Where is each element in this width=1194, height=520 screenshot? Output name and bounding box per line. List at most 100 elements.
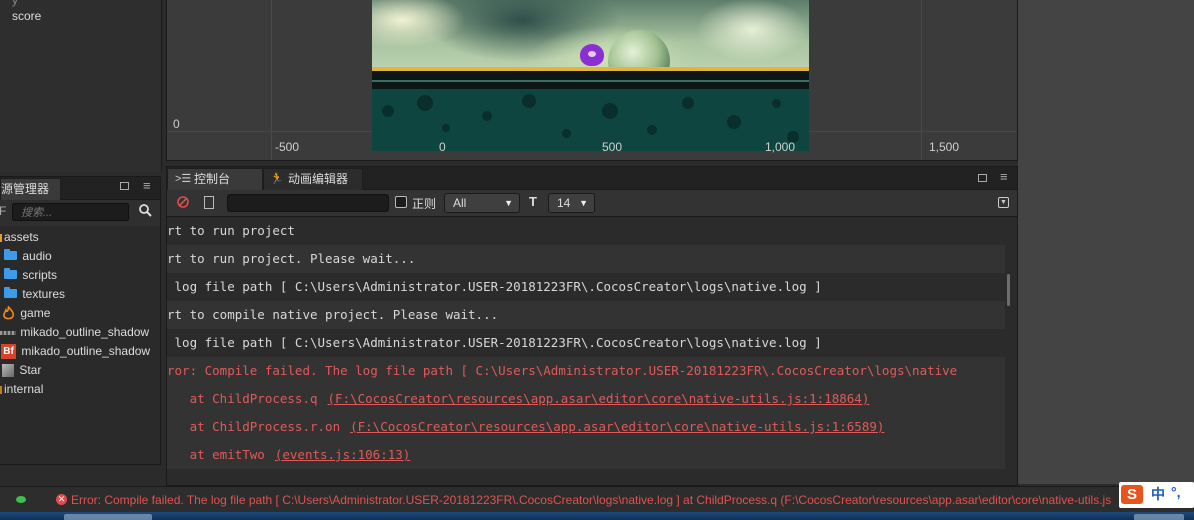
error-icon: ✕ xyxy=(56,494,67,505)
scrollbar[interactable] xyxy=(1007,274,1010,306)
stack-line[interactable]: at emitTwo (events.js:106:13) xyxy=(167,441,1005,469)
stack-line[interactable]: at ChildProcess.r.on (F:\CocosCreator\res… xyxy=(167,413,1005,441)
chevron-down-icon: ▼ xyxy=(504,198,513,208)
x-axis-label: 1,500 xyxy=(929,140,960,154)
search-input[interactable]: 搜索... xyxy=(12,203,129,221)
folder-open-icon xyxy=(0,386,2,394)
grid-line xyxy=(921,0,922,160)
ground-hole xyxy=(602,103,618,119)
ime-mode: 中 xyxy=(1151,486,1165,502)
assets-tabbar: 源管理器 ≡ xyxy=(0,177,160,200)
bitmap-font-icon: Bf xyxy=(1,344,16,360)
filter-input[interactable] xyxy=(227,194,389,212)
font-size-select[interactable]: 14 ▼ xyxy=(548,193,595,213)
ground-hole xyxy=(382,105,394,117)
log-entry[interactable]: log file path [ C:\Users\Administrator.U… xyxy=(167,273,1005,301)
taskbar-button[interactable] xyxy=(1134,514,1184,520)
console-toolbar: 正则 All ▼ T 14 ▼ ▼ xyxy=(167,190,1017,217)
folder-icon xyxy=(4,268,17,279)
grid-line xyxy=(271,0,272,160)
ground-hole xyxy=(562,129,571,138)
console-log-list[interactable]: rt to run project rt to run project. Ple… xyxy=(167,217,1005,479)
collapse-icon[interactable]: ▼ xyxy=(998,197,1009,208)
console-panel: >☰ 控制台 🏃 动画编辑器 ≡ 正则 All ▼ T 14 ▼ ▼ rt to r… xyxy=(166,166,1018,486)
clear-icon[interactable] xyxy=(177,196,189,208)
add-icon[interactable]: F xyxy=(0,204,6,218)
inspector-area xyxy=(1018,0,1194,484)
status-message[interactable]: Error: Compile failed. The log file path… xyxy=(71,487,1111,513)
tree-item-star[interactable]: Star xyxy=(2,361,41,380)
ground-hole xyxy=(522,94,536,108)
console-icon: >☰ xyxy=(175,173,192,185)
stack-link[interactable]: (events.js:106:13) xyxy=(275,447,410,462)
assets-search-row: F 搜索... xyxy=(0,200,160,226)
tree-item-scripts[interactable]: scripts xyxy=(4,266,57,285)
eye-icon[interactable] xyxy=(16,496,26,503)
fire-scene-icon xyxy=(2,305,15,321)
hierarchy-item-score[interactable]: score xyxy=(12,9,41,23)
menu-icon[interactable]: ≡ xyxy=(1000,169,1008,184)
ime-indicator[interactable]: S 中 °, xyxy=(1119,482,1194,508)
status-bar: ✕ Error: Compile failed. The log file pa… xyxy=(0,486,1194,513)
open-log-icon[interactable] xyxy=(204,196,214,209)
taskbar-button[interactable] xyxy=(64,514,152,520)
log-entry[interactable]: log file path [ C:\Users\Administrator.U… xyxy=(167,329,1005,357)
log-entry-error[interactable]: ror: Compile failed. The log file path [… xyxy=(167,357,1005,385)
chevron-down-icon: ▼ xyxy=(579,198,588,208)
tree-item-font-asset[interactable]: mikado_outline_shadow xyxy=(0,323,149,342)
folder-icon xyxy=(4,287,17,298)
maximize-icon[interactable] xyxy=(978,174,987,182)
ground-hole xyxy=(647,125,657,135)
tree-item-assets[interactable]: assets xyxy=(0,228,39,247)
log-level-select[interactable]: All ▼ xyxy=(444,193,520,213)
y-axis-label: 0 xyxy=(173,117,180,131)
animation-icon: 🏃 xyxy=(270,173,284,185)
ground-stripe xyxy=(372,80,809,82)
search-icon[interactable] xyxy=(139,204,152,217)
hierarchy-item-partial[interactable]: y xyxy=(12,0,18,7)
font-asset-icon xyxy=(0,330,16,335)
x-axis-label: 0 xyxy=(439,140,446,154)
ground-hole xyxy=(417,95,433,111)
regex-checkbox[interactable] xyxy=(395,196,407,208)
log-entry[interactable]: rt to compile native project. Please wai… xyxy=(167,301,1005,329)
log-entry[interactable]: rt to run project. Please wait... xyxy=(167,245,1005,273)
stack-link[interactable]: (F:\CocosCreator\resources\app.asar\edit… xyxy=(350,419,884,434)
log-entry[interactable]: rt to run project xyxy=(167,217,1005,245)
tab-console[interactable]: >☰ 控制台 xyxy=(167,168,263,190)
tree-item-game[interactable]: game xyxy=(2,304,50,323)
stack-line[interactable]: at ChildProcess.q (F:\CocosCreator\resour… xyxy=(167,385,1005,413)
ground-hole xyxy=(772,99,781,108)
folder-open-icon xyxy=(0,234,2,242)
x-axis-label: -500 xyxy=(275,140,300,154)
ime-logo: S xyxy=(1121,485,1143,504)
font-size-icon: T xyxy=(529,194,537,209)
tree-item-bitmap-font[interactable]: Bf mikado_outline_shadow xyxy=(1,342,150,361)
ground-hole xyxy=(727,115,741,129)
x-axis-label: 1,000 xyxy=(765,140,796,154)
ime-punct: °, xyxy=(1171,484,1181,500)
prefab-cube-icon xyxy=(2,364,14,378)
console-tabbar: >☰ 控制台 🏃 动画编辑器 ≡ xyxy=(167,167,1017,190)
tree-item-audio[interactable]: audio xyxy=(4,247,52,266)
ground-hole xyxy=(682,97,694,109)
ground-fill xyxy=(372,89,809,151)
scene-view[interactable]: 0 -500 0 500 1,000 1,500 xyxy=(166,0,1018,161)
stack-link[interactable]: (F:\CocosCreator\resources\app.asar\edit… xyxy=(328,391,870,406)
folder-icon xyxy=(4,249,17,260)
player-sprite[interactable] xyxy=(580,44,604,66)
tree-item-textures[interactable]: textures xyxy=(4,285,65,304)
hierarchy-panel: y score xyxy=(0,0,162,172)
tab-animation-editor[interactable]: 🏃 动画编辑器 xyxy=(263,168,363,190)
tab-assets[interactable]: 源管理器 xyxy=(0,178,61,200)
assets-panel: 源管理器 ≡ F 搜索... assets audio scripts text… xyxy=(0,176,161,465)
x-axis-label: 500 xyxy=(602,140,623,154)
ground-hole xyxy=(482,111,492,121)
game-canvas[interactable] xyxy=(372,0,809,151)
maximize-icon[interactable] xyxy=(120,182,129,190)
taskbar xyxy=(0,512,1194,520)
ground-hole xyxy=(442,124,450,132)
menu-icon[interactable]: ≡ xyxy=(143,178,151,193)
tree-item-internal[interactable]: internal xyxy=(0,380,43,399)
regex-label: 正则 xyxy=(412,197,437,211)
